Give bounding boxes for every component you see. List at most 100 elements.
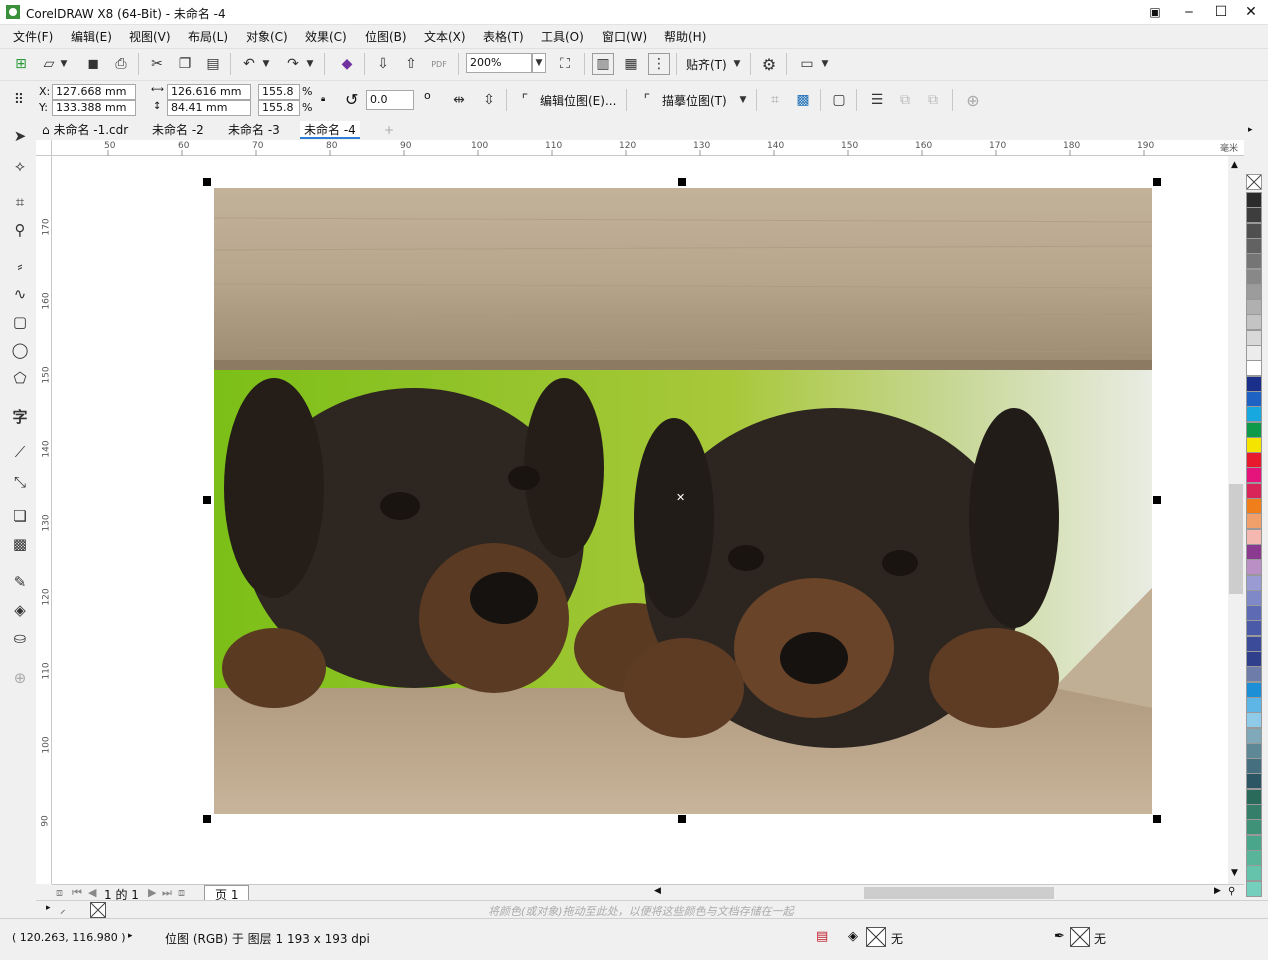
- page-tab[interactable]: 页 1: [204, 885, 250, 902]
- color-swatch[interactable]: [1246, 620, 1262, 637]
- color-swatch[interactable]: [1246, 773, 1262, 790]
- color-swatch[interactable]: [1246, 681, 1262, 698]
- color-swatch[interactable]: [1246, 406, 1262, 423]
- color-swatch[interactable]: [1246, 452, 1262, 469]
- transparency-tool-icon[interactable]: ▩: [8, 532, 32, 556]
- minimize-button[interactable]: ‒: [1174, 0, 1204, 24]
- scroll-down-icon[interactable]: ▼: [1231, 868, 1238, 878]
- chevron-down-icon[interactable]: ▼: [260, 53, 272, 75]
- menu-text[interactable]: 文本(X): [424, 28, 466, 45]
- color-swatch[interactable]: [1246, 283, 1262, 300]
- new-document-icon[interactable]: ⊞: [10, 53, 32, 75]
- color-swatch[interactable]: [1246, 513, 1262, 530]
- color-swatch[interactable]: [1246, 482, 1262, 499]
- drop-shadow-icon[interactable]: ❏: [8, 504, 32, 528]
- horizontal-scroll-thumb[interactable]: [864, 887, 1054, 899]
- no-color-swatch[interactable]: [90, 902, 106, 918]
- menu-window[interactable]: 窗口(W): [602, 28, 647, 45]
- parallel-dimension-icon[interactable]: ⟋: [8, 440, 32, 464]
- chevron-down-icon[interactable]: ▼: [818, 53, 832, 75]
- color-swatch[interactable]: [1246, 268, 1262, 285]
- cut-icon[interactable]: ✂: [146, 53, 168, 75]
- menu-effects[interactable]: 效果(C): [305, 28, 347, 45]
- edit-bitmap-button[interactable]: 编辑位图(E)...: [540, 92, 616, 109]
- trace-bitmap-icon[interactable]: ⌜: [636, 89, 658, 111]
- menu-tools[interactable]: 工具(O): [541, 28, 584, 45]
- mirror-vertical-icon[interactable]: ⇳: [478, 89, 500, 111]
- color-swatch[interactable]: [1246, 436, 1262, 453]
- paste-icon[interactable]: ▤: [202, 53, 224, 75]
- crop-tool-icon[interactable]: ⌗: [8, 190, 32, 214]
- page-add-first-icon[interactable]: ⧈: [56, 886, 63, 900]
- chevron-down-icon[interactable]: ▼: [304, 53, 316, 75]
- scroll-right-icon[interactable]: ▶: [1214, 886, 1221, 896]
- chevron-down-icon[interactable]: ▼: [58, 53, 70, 75]
- color-proofing-icon[interactable]: ▤: [816, 929, 828, 944]
- show-rulers-icon[interactable]: ▥: [592, 53, 614, 75]
- close-button[interactable]: ✕: [1236, 0, 1266, 24]
- color-swatch[interactable]: [1246, 804, 1262, 820]
- menu-view[interactable]: 视图(V): [129, 28, 171, 45]
- color-swatch[interactable]: [1246, 253, 1262, 270]
- scroll-up-icon[interactable]: ▲: [1231, 160, 1238, 170]
- scale-x-input[interactable]: 155.8: [258, 84, 300, 100]
- copy-icon[interactable]: ❐: [174, 53, 196, 75]
- tab-document-1[interactable]: ⌂ 未命名 -1.cdr: [38, 121, 132, 139]
- selection-handle-bottom-left[interactable]: [203, 815, 211, 823]
- color-swatch[interactable]: [1246, 819, 1262, 836]
- color-swatch[interactable]: [1246, 727, 1262, 744]
- drawing-canvas[interactable]: ✕: [52, 156, 1228, 884]
- zoom-tool-icon[interactable]: ⚲: [8, 218, 32, 242]
- last-page-icon[interactable]: ⏭: [162, 886, 172, 900]
- next-page-icon[interactable]: ▶: [148, 886, 156, 899]
- new-tab-icon[interactable]: +: [380, 121, 398, 139]
- color-swatch[interactable]: [1246, 329, 1262, 346]
- mirror-horizontal-icon[interactable]: ⇹: [448, 89, 470, 111]
- menu-file[interactable]: 文件(F): [13, 28, 53, 45]
- color-swatch[interactable]: [1246, 589, 1262, 606]
- publish-pdf-icon[interactable]: PDF: [428, 53, 450, 75]
- color-swatch[interactable]: [1246, 237, 1262, 254]
- color-swatch[interactable]: [1246, 207, 1262, 224]
- to-back-icon[interactable]: ⧉: [922, 89, 944, 111]
- chevron-down-icon[interactable]: ▼: [730, 53, 744, 75]
- selection-handle-top-left[interactable]: [203, 178, 211, 186]
- search-content-icon[interactable]: ◆: [336, 53, 358, 75]
- color-swatch[interactable]: [1246, 758, 1262, 775]
- snap-to-dropdown[interactable]: 贴齐(T): [686, 56, 727, 73]
- outline-none-swatch[interactable]: [1070, 927, 1090, 947]
- color-swatch[interactable]: [1246, 834, 1262, 851]
- rotation-angle-input[interactable]: 0.0: [366, 90, 414, 110]
- selection-handle-top-right[interactable]: [1153, 178, 1161, 186]
- freehand-tool-icon[interactable]: ⸗: [8, 254, 32, 278]
- page-add-last-icon[interactable]: ⧈: [178, 886, 185, 900]
- color-swatch[interactable]: [1246, 360, 1262, 377]
- scroll-left-icon[interactable]: ◀: [654, 886, 661, 896]
- selection-handle-right[interactable]: [1153, 496, 1161, 504]
- selection-handle-top[interactable]: [678, 178, 686, 186]
- selection-handle-bottom[interactable]: [678, 815, 686, 823]
- color-swatch[interactable]: [1246, 712, 1262, 729]
- color-swatch[interactable]: [1246, 299, 1262, 316]
- menu-layout[interactable]: 布局(L): [188, 28, 228, 45]
- export-icon[interactable]: ⇧: [400, 53, 422, 75]
- undo-icon[interactable]: ↶: [238, 53, 260, 75]
- fill-none-swatch[interactable]: [866, 927, 886, 947]
- color-swatch[interactable]: [1246, 559, 1262, 576]
- ellipse-tool-icon[interactable]: ◯: [8, 338, 32, 362]
- eyedropper-icon[interactable]: ✎: [8, 570, 32, 594]
- shape-tool-icon[interactable]: ⟡: [8, 154, 32, 178]
- print-icon[interactable]: ⎙: [110, 53, 132, 75]
- eyedropper-icon[interactable]: ⸝: [60, 902, 66, 917]
- menu-help[interactable]: 帮助(H): [664, 28, 706, 45]
- save-icon[interactable]: ◼: [82, 53, 104, 75]
- x-position-input[interactable]: 127.668 mm: [52, 84, 136, 100]
- scale-y-input[interactable]: 155.8: [258, 100, 300, 116]
- tab-document-2[interactable]: 未命名 -2: [148, 121, 208, 139]
- text-tool-icon[interactable]: 字: [8, 404, 32, 428]
- edit-bitmap-icon[interactable]: ⌜: [514, 89, 536, 111]
- user-account-icon[interactable]: ▣: [1140, 0, 1170, 24]
- open-icon[interactable]: ▱: [38, 53, 60, 75]
- document-palette[interactable]: ▸ ⸝ 将颜色(或对象)拖动至此处，以便将这些颜色与文档存储在一起: [36, 900, 1268, 918]
- artistic-media-icon[interactable]: ∿: [8, 282, 32, 306]
